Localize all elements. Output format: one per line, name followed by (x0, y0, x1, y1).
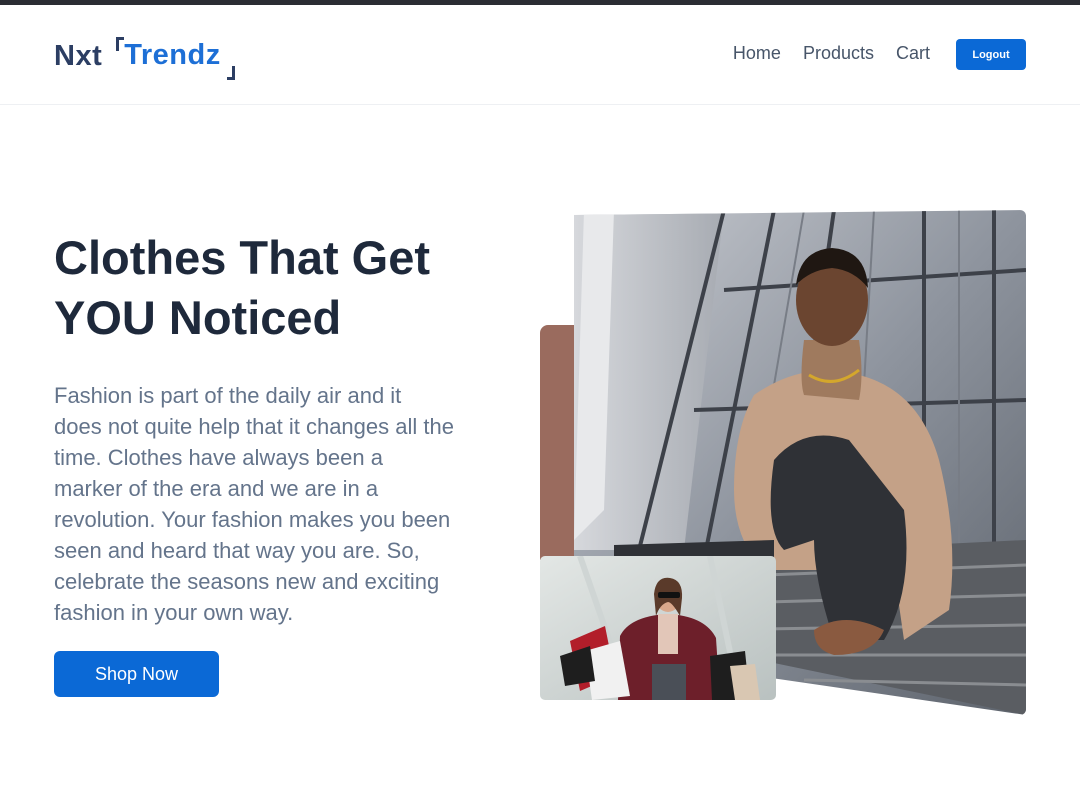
hero-heading: Clothes That Get YOU Noticed (54, 231, 431, 344)
logo-bracket-top-left (116, 36, 125, 51)
logo-trendz-frame: Trendz (116, 36, 235, 80)
hero-description: Fashion is part of the daily air and it … (54, 383, 454, 625)
small-photo-woman-with-bags (540, 556, 776, 700)
website-logo[interactable]: Nxt Trendz (54, 33, 235, 80)
nav-link-cart[interactable]: Cart (896, 43, 930, 64)
logo-bracket-bottom-right (226, 65, 235, 80)
logout-button[interactable]: Logout (956, 39, 1026, 70)
shop-now-button[interactable]: Shop Now (54, 651, 219, 697)
nav-link-home[interactable]: Home (733, 43, 781, 64)
hero-image-collage (538, 210, 1028, 715)
navbar: Nxt Trendz Home Products Cart Logout (0, 5, 1080, 105)
nav-link-products[interactable]: Products (803, 43, 874, 64)
nav-links: Home Products Cart (733, 43, 930, 64)
logo-text-nxt: Nxt (54, 39, 103, 72)
logo-text-trendz: Trendz (124, 38, 221, 71)
